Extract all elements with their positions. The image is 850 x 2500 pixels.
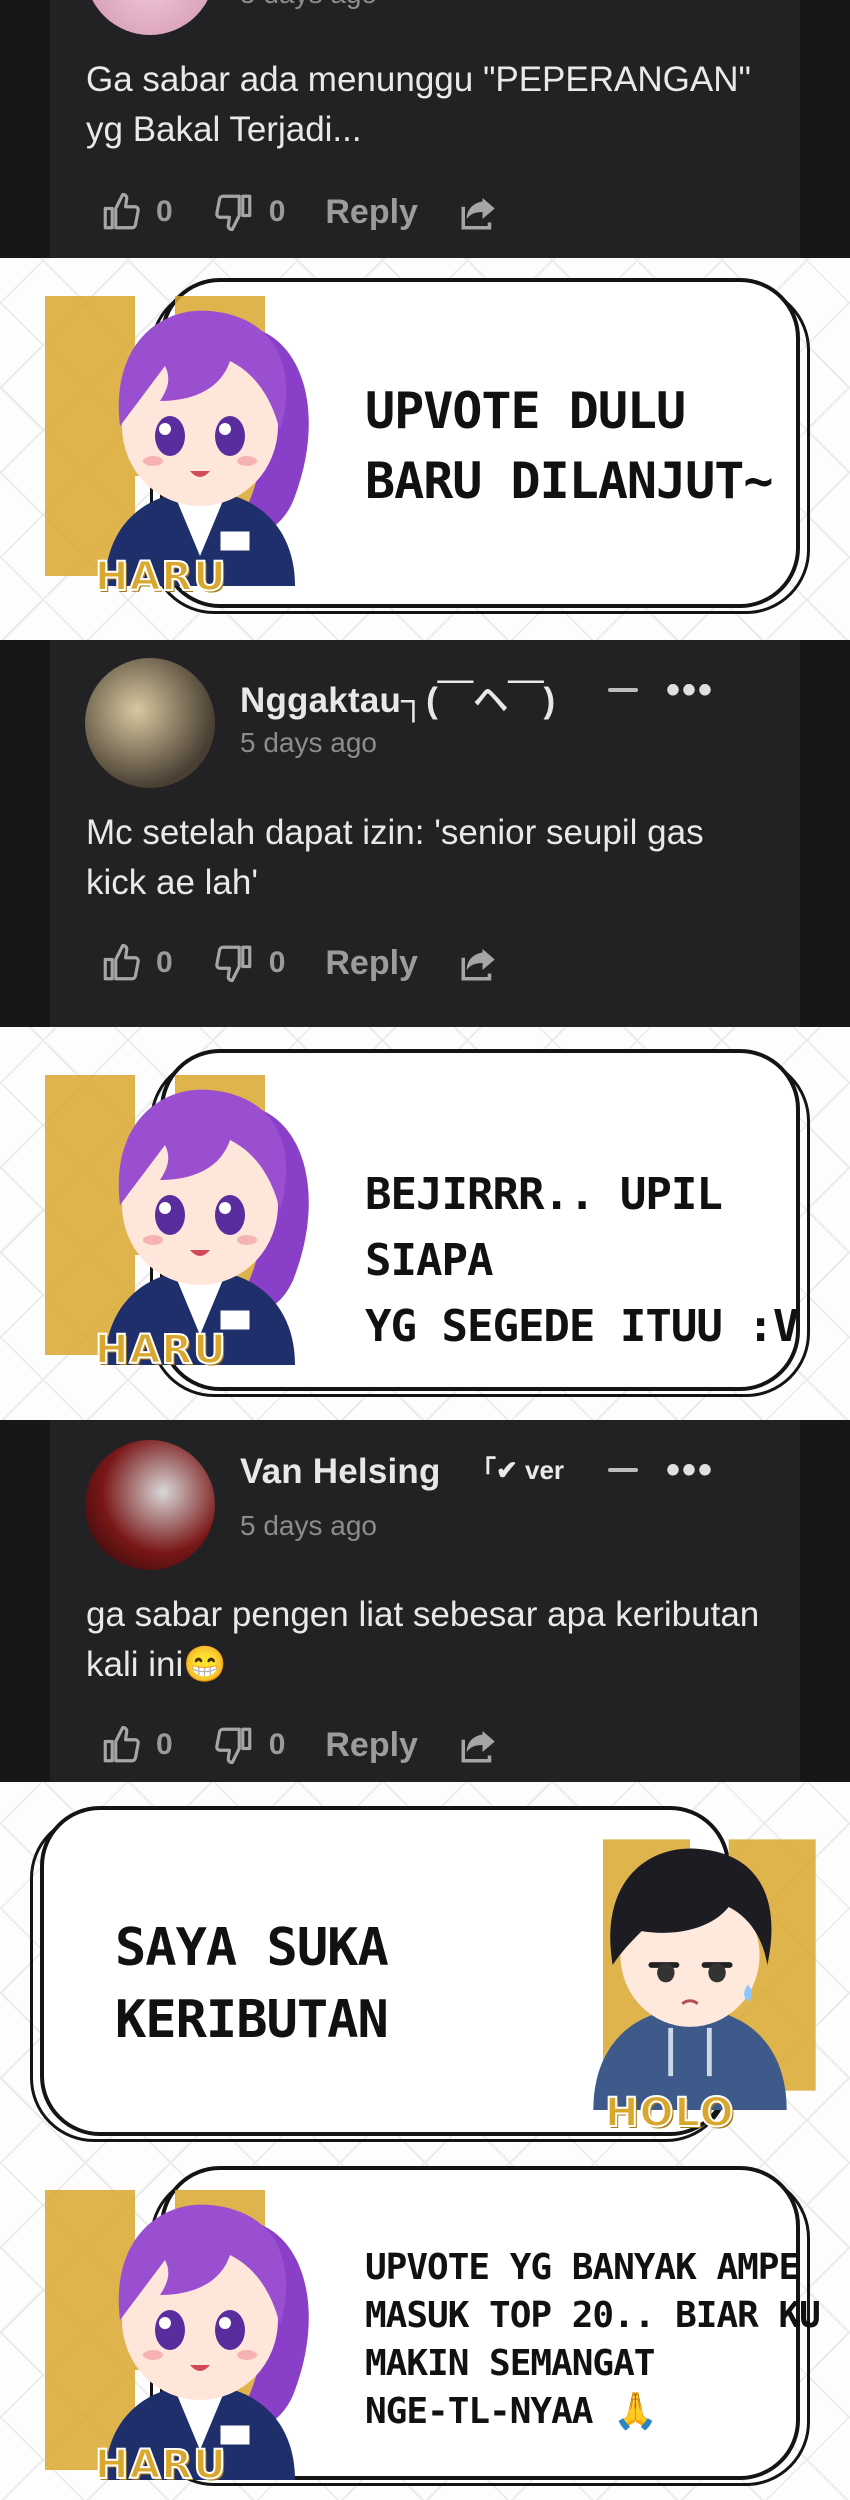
thumbs-up-icon[interactable] xyxy=(100,1724,142,1766)
mascot-name-label: HARU xyxy=(94,553,227,601)
reply-button[interactable]: Reply xyxy=(325,1726,418,1765)
haru-mascot xyxy=(35,286,335,586)
avatar[interactable] xyxy=(85,1440,215,1570)
timestamp: 5 days ago xyxy=(240,0,377,10)
thumbs-up-icon[interactable] xyxy=(100,191,142,233)
comment-actions: 0 0 Reply xyxy=(100,1720,500,1770)
more-options-icon[interactable]: ••• xyxy=(666,670,714,710)
mascot-panel: UPVOTE DULU BARU DILANJUT~ HARU xyxy=(0,258,850,640)
holo-mascot xyxy=(545,1820,835,2110)
reply-button[interactable]: Reply xyxy=(325,944,418,983)
downvote-count: 0 xyxy=(268,1728,286,1761)
collapse-icon[interactable] xyxy=(608,688,638,692)
avatar[interactable] xyxy=(85,658,215,788)
thumbs-down-icon[interactable] xyxy=(213,942,255,984)
comment-text: Ga sabar ada menunggu "PEPERANGAN" yg Ba… xyxy=(86,60,751,149)
thumbs-down-icon[interactable] xyxy=(213,191,255,233)
upvote-count: 0 xyxy=(156,1728,173,1761)
collapse-icon[interactable] xyxy=(608,1468,638,1472)
comment-card: Nggaktau┐(￣ヘ￣) ••• 5 days ago Mc setelah… xyxy=(0,640,850,1027)
timestamp: 5 days ago xyxy=(240,727,377,758)
comment-card: Van Helsing 「✔ ver ••• 5 days ago ga sab… xyxy=(0,1420,850,1782)
downvote-count: 0 xyxy=(268,195,286,228)
speech-bubble-text: SAYA SUKA KERIBUTAN xyxy=(115,1918,389,2050)
user-flair: 「✔ ver xyxy=(470,1455,565,1485)
share-icon[interactable] xyxy=(458,1724,500,1766)
upvote-count: 0 xyxy=(156,195,173,228)
mascot-name-label: HOLO xyxy=(604,2089,735,2137)
timestamp: 5 days ago xyxy=(240,1510,377,1541)
downvote-count: 0 xyxy=(268,946,286,979)
reply-button[interactable]: Reply xyxy=(325,193,418,232)
mascot-panel: BEJIRRR.. UPIL SIAPA YG SEGEDE ITUU :V H… xyxy=(0,1027,850,1420)
upvote-count: 0 xyxy=(156,946,173,979)
haru-mascot xyxy=(35,1065,335,1365)
comment-card: 5 days ago Ga sabar ada menunggu "PEPERA… xyxy=(0,0,850,258)
username[interactable]: Van Helsing xyxy=(240,1452,441,1492)
speech-bubble-text: UPVOTE DULU BARU DILANJUT~ xyxy=(365,382,773,510)
comment-actions: 0 0 Reply xyxy=(100,938,500,988)
share-icon[interactable] xyxy=(458,942,500,984)
haru-mascot xyxy=(35,2180,335,2480)
username[interactable]: Nggaktau┐(￣ヘ￣) xyxy=(240,672,555,723)
thumbs-down-icon[interactable] xyxy=(213,1724,255,1766)
mascot-panel: SAYA SUKA KERIBUTAN HOLO UPVOTE YG BANYA… xyxy=(0,1782,850,2500)
comment-actions: 0 0 Reply xyxy=(100,187,500,237)
more-options-icon[interactable]: ••• xyxy=(666,1450,714,1490)
thumbs-up-icon[interactable] xyxy=(100,942,142,984)
share-icon[interactable] xyxy=(458,191,500,233)
comment-text: ga sabar pengen liat sebesar apa keribut… xyxy=(86,1595,760,1684)
speech-bubble-text: BEJIRRR.. UPIL SIAPA YG SEGEDE ITUU :V xyxy=(365,1169,799,1352)
mascot-name-label: HARU xyxy=(94,2441,227,2489)
speech-bubble-text: UPVOTE YG BANYAK AMPE MASUK TOP 20.. BIA… xyxy=(365,2247,821,2432)
mascot-name-label: HARU xyxy=(94,1326,227,1374)
comment-text: Mc setelah dapat izin: 'senior seupil ga… xyxy=(86,813,704,902)
